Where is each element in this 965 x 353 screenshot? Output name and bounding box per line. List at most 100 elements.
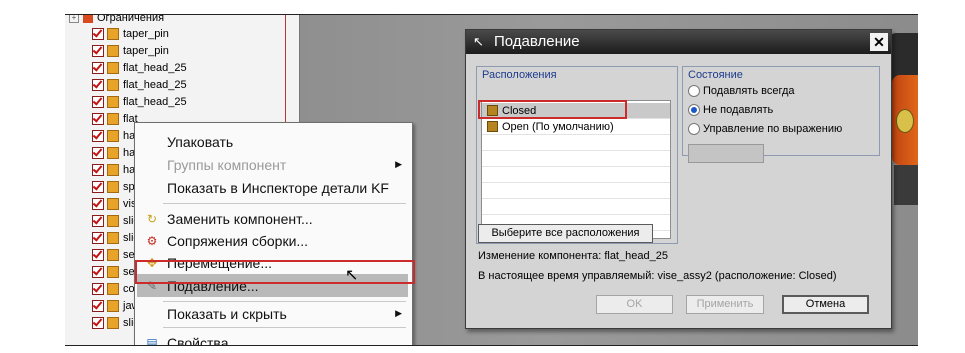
component-icon bbox=[107, 45, 119, 57]
menu-item-show-in-kf-inspector[interactable]: Показать в Инспекторе детали KF bbox=[137, 176, 408, 199]
component-icon bbox=[107, 62, 119, 74]
application-window: + Ограничения taper_pin taper_pin flat_hea… bbox=[65, 15, 918, 345]
component-icon bbox=[107, 249, 119, 261]
tree-item[interactable]: har bbox=[65, 128, 139, 144]
suppression-dialog: ↖ Подавление ✕ Расположения Closed Open … bbox=[465, 29, 892, 329]
checkbox-icon[interactable] bbox=[92, 96, 104, 108]
state-label: Состояние bbox=[688, 69, 743, 81]
tree-item[interactable]: har bbox=[65, 162, 139, 178]
tree-item-label: flat_head_25 bbox=[123, 96, 187, 108]
tree-item[interactable]: spe bbox=[65, 179, 141, 195]
list-item-empty bbox=[482, 135, 670, 151]
tree-item[interactable]: vise bbox=[65, 196, 143, 212]
tree-item-label: flat_head_25 bbox=[123, 62, 187, 74]
checkbox-icon[interactable] bbox=[92, 45, 104, 57]
mouse-cursor-icon: ↖ bbox=[345, 267, 359, 284]
tree-item[interactable]: flat_head_25 bbox=[65, 60, 187, 76]
mates-icon: ⚙ bbox=[146, 233, 158, 248]
controlled-by-text: В настоящее время управляемый: vise_assy… bbox=[478, 270, 837, 282]
checkbox-icon[interactable] bbox=[92, 164, 104, 176]
checkbox-icon[interactable] bbox=[92, 79, 104, 91]
tree-item[interactable]: slic bbox=[65, 230, 139, 246]
list-item-empty bbox=[482, 151, 670, 167]
dialog-title-bar[interactable]: ↖ Подавление ✕ bbox=[466, 30, 891, 54]
selection-highlight-outline bbox=[478, 100, 627, 119]
component-icon bbox=[107, 283, 119, 295]
component-icon bbox=[107, 130, 119, 142]
expand-icon[interactable]: + bbox=[69, 15, 79, 23]
properties-icon: ▤ bbox=[146, 335, 158, 346]
tree-item-label: taper_pin bbox=[123, 28, 169, 40]
tree-item[interactable]: col bbox=[65, 281, 137, 297]
tree-item[interactable]: taper_pin bbox=[65, 26, 169, 42]
select-all-arrangements-button[interactable]: Выберите все расположения bbox=[478, 224, 653, 243]
checkbox-icon[interactable] bbox=[92, 283, 104, 295]
checkbox-icon[interactable] bbox=[92, 113, 104, 125]
tree-item[interactable]: flat bbox=[65, 111, 138, 127]
menu-item-assembly-mates[interactable]: ⚙ Сопряжения сборки... bbox=[137, 229, 408, 252]
tree-item-label: flat_head_25 bbox=[123, 79, 187, 91]
checkbox-icon[interactable] bbox=[92, 198, 104, 210]
radio-selected-icon bbox=[688, 104, 700, 116]
expression-field[interactable] bbox=[688, 144, 764, 163]
menu-item-component-groups[interactable]: Группы компонент ▶ bbox=[137, 153, 408, 176]
arrangement-icon bbox=[487, 121, 498, 132]
tree-item[interactable]: flat_head_25 bbox=[65, 94, 187, 110]
list-item-empty bbox=[482, 167, 670, 183]
tree-item[interactable]: jaw bbox=[65, 298, 140, 314]
tree-item[interactable]: flat_head_25 bbox=[65, 77, 187, 93]
tree-item-constraints[interactable]: + Ограничения bbox=[69, 14, 165, 26]
radio-icon bbox=[688, 85, 700, 97]
apply-button[interactable]: Применить bbox=[686, 295, 764, 314]
component-icon bbox=[107, 113, 119, 125]
checkbox-icon[interactable] bbox=[92, 266, 104, 278]
tree-item-label: Ограничения bbox=[97, 14, 165, 24]
checkbox-icon[interactable] bbox=[92, 28, 104, 40]
component-icon bbox=[107, 147, 119, 159]
arrangements-label: Расположения bbox=[482, 69, 557, 81]
component-icon bbox=[107, 28, 119, 40]
radio-control-by-expression[interactable]: Управление по выражению bbox=[688, 123, 842, 135]
component-icon bbox=[107, 232, 119, 244]
tree-item[interactable]: slic bbox=[65, 315, 139, 331]
close-icon[interactable]: ✕ bbox=[870, 33, 888, 51]
checkbox-icon[interactable] bbox=[92, 300, 104, 312]
checkbox-icon[interactable] bbox=[92, 130, 104, 142]
replace-icon: ↻ bbox=[146, 211, 158, 226]
tree-item[interactable]: har bbox=[65, 145, 139, 161]
dialog-app-icon: ↖ bbox=[473, 34, 484, 49]
constraints-icon bbox=[83, 15, 93, 23]
list-item-open[interactable]: Open (По умолчанию) bbox=[482, 119, 670, 135]
context-menu: Упаковать Группы компонент ▶ Показать в … bbox=[134, 122, 413, 346]
menu-item-show-hide[interactable]: Показать и скрыть ▶ bbox=[137, 302, 408, 325]
menu-item-properties[interactable]: ▤ Свойства bbox=[137, 331, 408, 346]
cancel-button[interactable]: Отмена bbox=[782, 295, 869, 314]
component-change-text: Изменение компонента: flat_head_25 bbox=[478, 250, 668, 262]
component-icon bbox=[107, 198, 119, 210]
tree-item[interactable]: slic bbox=[65, 213, 139, 229]
component-icon bbox=[107, 317, 119, 329]
checkbox-icon[interactable] bbox=[92, 249, 104, 261]
tree-item[interactable]: set bbox=[65, 247, 138, 263]
ok-button[interactable]: OK bbox=[596, 295, 673, 314]
tree-item[interactable]: taper_pin bbox=[65, 43, 169, 59]
tree-item-label: taper_pin bbox=[123, 45, 169, 57]
menu-item-replace-component[interactable]: ↻ Заменить компонент... bbox=[137, 207, 408, 230]
screenshot-frame: + Ограничения taper_pin taper_pin flat_hea… bbox=[65, 14, 918, 346]
checkbox-icon[interactable] bbox=[92, 317, 104, 329]
highlight-outline bbox=[135, 260, 415, 284]
menu-item-pack[interactable]: Упаковать bbox=[137, 130, 408, 153]
menu-separator bbox=[163, 327, 406, 328]
checkbox-icon[interactable] bbox=[92, 232, 104, 244]
checkbox-icon[interactable] bbox=[92, 215, 104, 227]
radio-suppress-always[interactable]: Подавлять всегда bbox=[688, 85, 795, 97]
checkbox-icon[interactable] bbox=[92, 62, 104, 74]
checkbox-icon[interactable] bbox=[92, 147, 104, 159]
radio-do-not-suppress[interactable]: Не подавлять bbox=[688, 104, 773, 116]
tree-item[interactable]: set bbox=[65, 264, 138, 280]
list-item-empty bbox=[482, 199, 670, 215]
checkbox-icon[interactable] bbox=[92, 181, 104, 193]
component-icon bbox=[107, 215, 119, 227]
component-icon bbox=[107, 266, 119, 278]
arrangements-list[interactable]: Closed Open (По умолчанию) bbox=[481, 100, 671, 239]
